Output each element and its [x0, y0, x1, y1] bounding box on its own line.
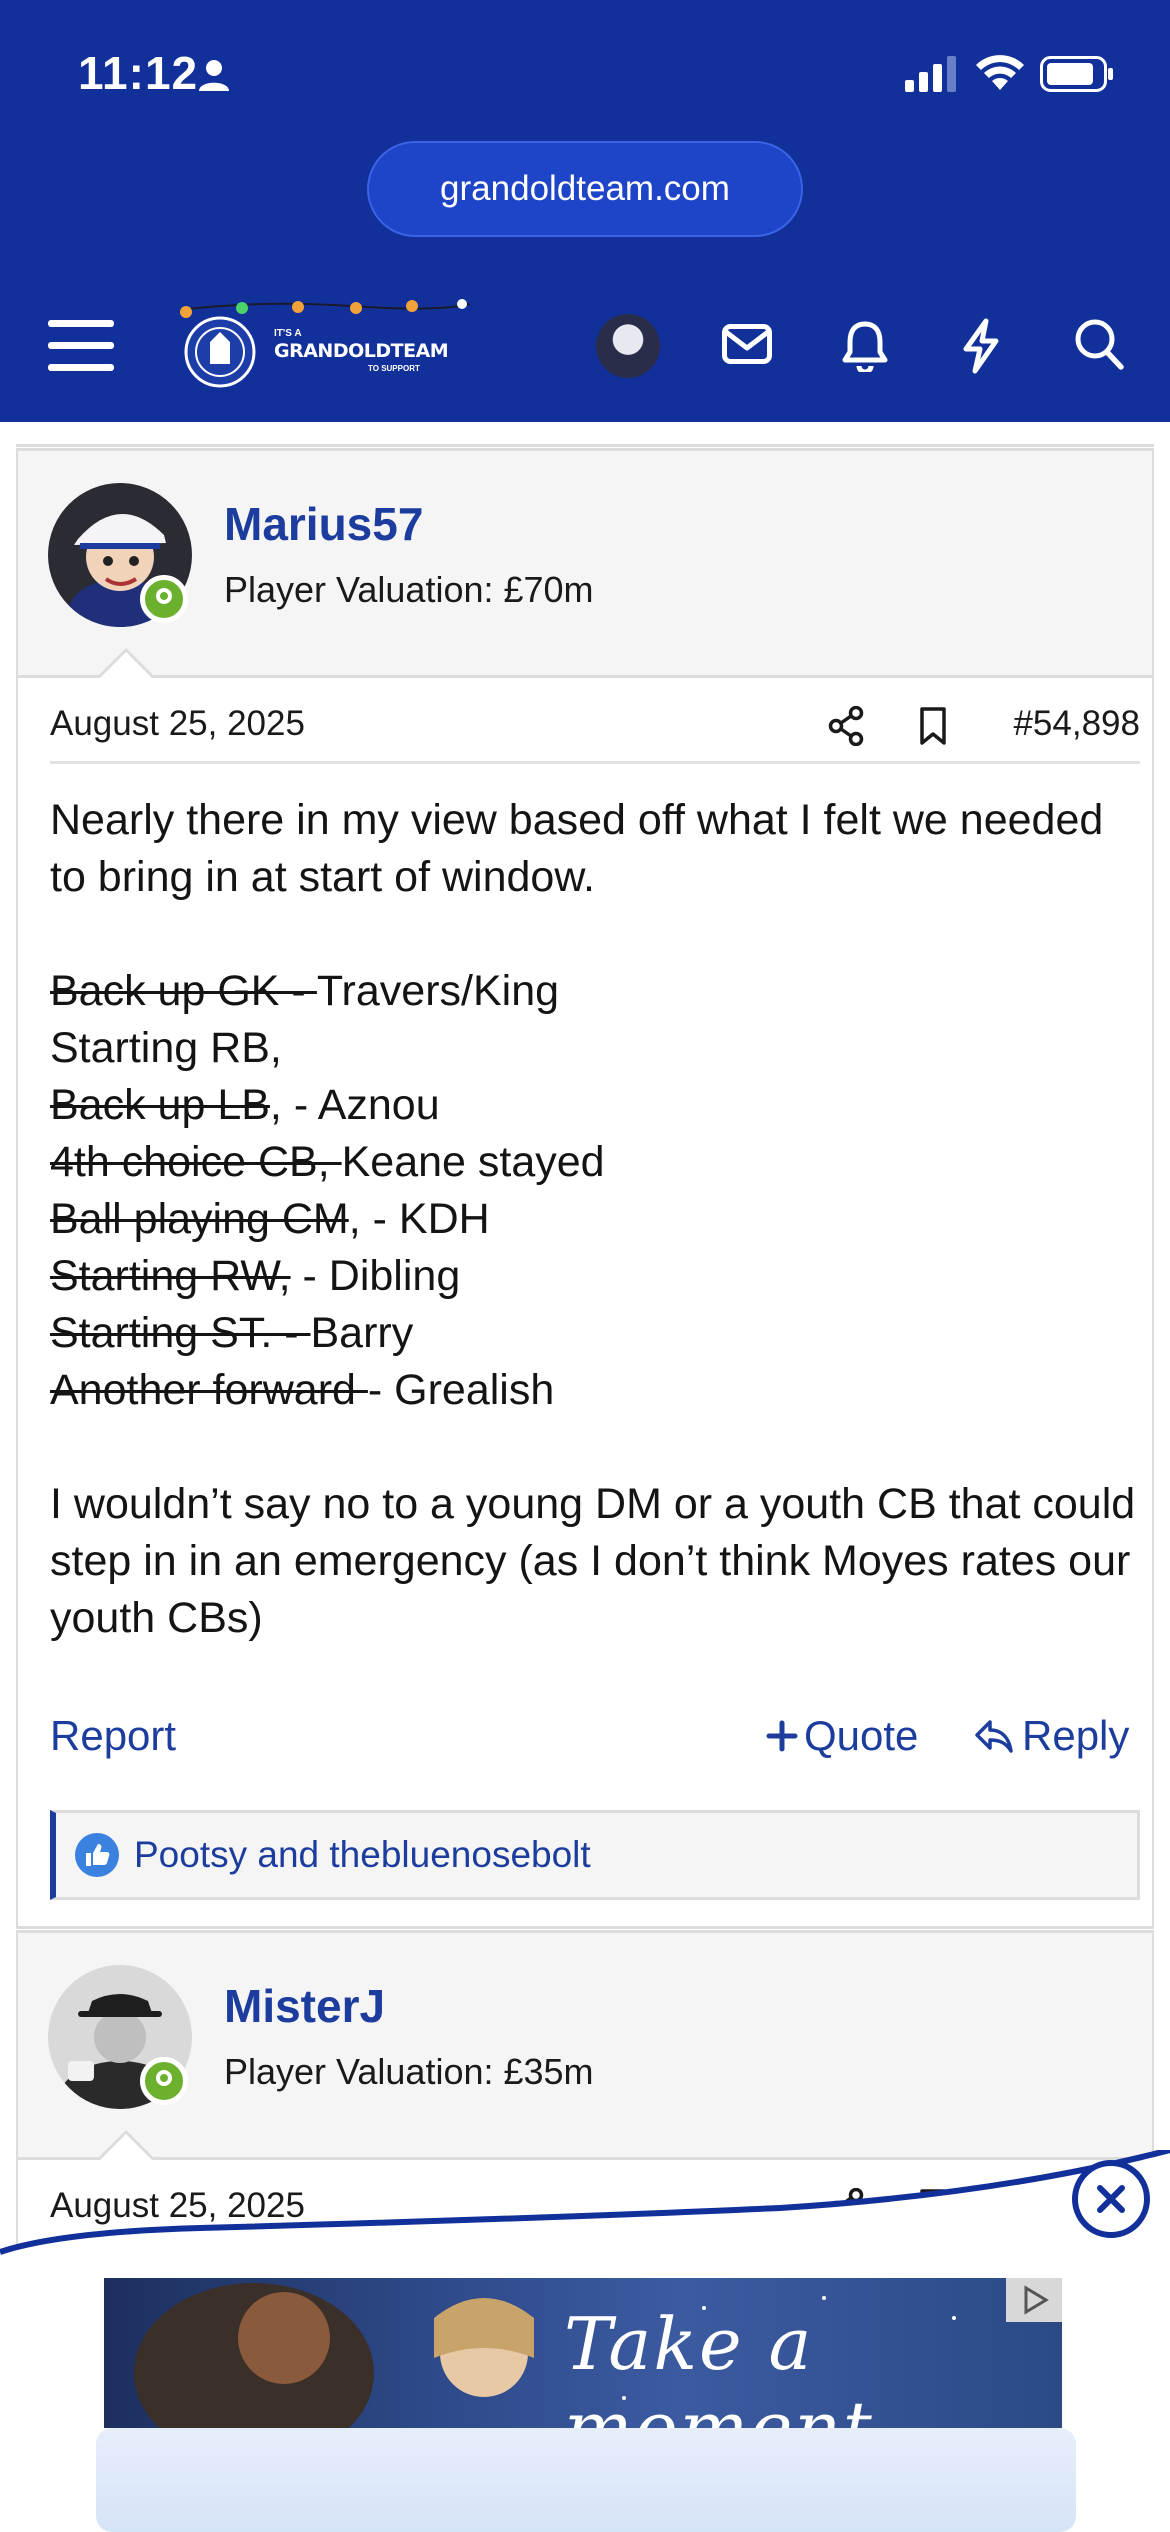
list-item: 4th choice CB, Keane stayed: [50, 1138, 605, 1186]
ad-choices-icon[interactable]: [1006, 2278, 1062, 2322]
share-icon[interactable]: [828, 706, 864, 746]
online-status-icon: [140, 2057, 188, 2105]
post-intro: Nearly there in my view based off what I…: [50, 796, 1104, 901]
post-header: MisterJ Player Valuation: £35m: [18, 1930, 1152, 2160]
header-pointer-fill: [100, 652, 152, 678]
divider: [16, 444, 1154, 447]
status-bar: 11:12: [0, 0, 1170, 140]
username[interactable]: Marius57: [224, 497, 423, 551]
mail-icon[interactable]: [722, 324, 772, 364]
reactions-text[interactable]: Pootsy and thebluenosebolt: [134, 1834, 591, 1876]
list-item: Back up GK - Travers/King: [50, 967, 560, 1015]
user-valuation: Player Valuation: £35m: [224, 2051, 594, 2092]
post-header: Marius57 Player Valuation: £70m: [18, 448, 1152, 678]
ad-choices-triangle: [1024, 2285, 1049, 2315]
thread-area: Marius57 Player Valuation: £70m August 2…: [0, 422, 1170, 2330]
battery-icon: [1040, 56, 1113, 92]
reply-arrow-icon: [975, 1720, 1013, 1753]
ad-background: [96, 2428, 1076, 2532]
post-date[interactable]: August 25, 2025: [50, 704, 305, 744]
bell-icon[interactable]: [842, 320, 888, 372]
signal-icon: [905, 56, 956, 92]
post-closing: I wouldn’t say no to a young DM or a you…: [50, 1480, 1136, 1642]
close-ad-button[interactable]: [1072, 2160, 1150, 2238]
reactions-bar[interactable]: Pootsy and thebluenosebolt: [50, 1810, 1140, 1900]
divider: [16, 1926, 1154, 1929]
top-bar: 11:12 grandoldteam.com IT'S A GRANDOLDTE…: [0, 0, 1170, 422]
list-item: Starting RB,: [50, 1024, 282, 1072]
plus-icon: [766, 1720, 798, 1752]
logo-brand-text: GRANDOLDTEAM: [274, 340, 449, 362]
list-item: Back up LB, - Aznou: [50, 1081, 440, 1129]
logo-small-text: IT'S A: [274, 328, 302, 339]
close-icon: [1097, 2185, 1125, 2213]
ad-headline: Take a moment: [564, 2302, 874, 2428]
post-body: Nearly there in my view based off what I…: [50, 792, 1140, 1647]
post-actions: Report Quote Reply: [50, 1712, 1140, 1772]
site-nav: IT'S A GRANDOLDTEAM TO SUPPORT: [0, 290, 1170, 400]
list-item: Starting ST. - Barry: [50, 1309, 414, 1357]
user-avatar-button[interactable]: [596, 314, 660, 378]
user-valuation: Player Valuation: £70m: [224, 569, 594, 610]
person-icon: [199, 60, 229, 91]
username[interactable]: MisterJ: [224, 1979, 385, 2033]
quote-button[interactable]: Quote: [766, 1712, 918, 1760]
list-item: Another forward - Grealish: [50, 1366, 555, 1414]
site-logo[interactable]: IT'S A GRANDOLDTEAM TO SUPPORT: [179, 298, 471, 388]
bookmark-icon[interactable]: [918, 706, 948, 746]
url-bar[interactable]: grandoldteam.com: [367, 141, 803, 237]
url-text: grandoldteam.com: [440, 169, 730, 208]
lightning-icon[interactable]: [960, 318, 1002, 374]
quote-label: Quote: [804, 1712, 919, 1759]
online-status-icon: [140, 575, 188, 623]
logo-tagline: TO SUPPORT: [368, 364, 420, 373]
list-item: Ball playing CM, - KDH: [50, 1195, 490, 1243]
status-time: 11:12: [78, 47, 199, 99]
like-icon: [75, 1833, 119, 1877]
ad-banner[interactable]: Take a moment: [104, 2278, 1062, 2428]
reply-label: Reply: [1022, 1712, 1130, 1759]
hamburger-menu-icon[interactable]: [48, 318, 114, 374]
post-meta: August 25, 2025 #54,898: [50, 700, 1140, 764]
report-button[interactable]: Report: [50, 1712, 176, 1760]
post: Marius57 Player Valuation: £70m August 2…: [16, 448, 1154, 1928]
wifi-icon: [976, 55, 1024, 90]
search-icon[interactable]: [1074, 318, 1124, 370]
post-number[interactable]: #54,898: [1013, 704, 1140, 744]
list-item: Starting RW, - Dibling: [50, 1252, 461, 1300]
reply-button[interactable]: Reply: [974, 1712, 1129, 1760]
